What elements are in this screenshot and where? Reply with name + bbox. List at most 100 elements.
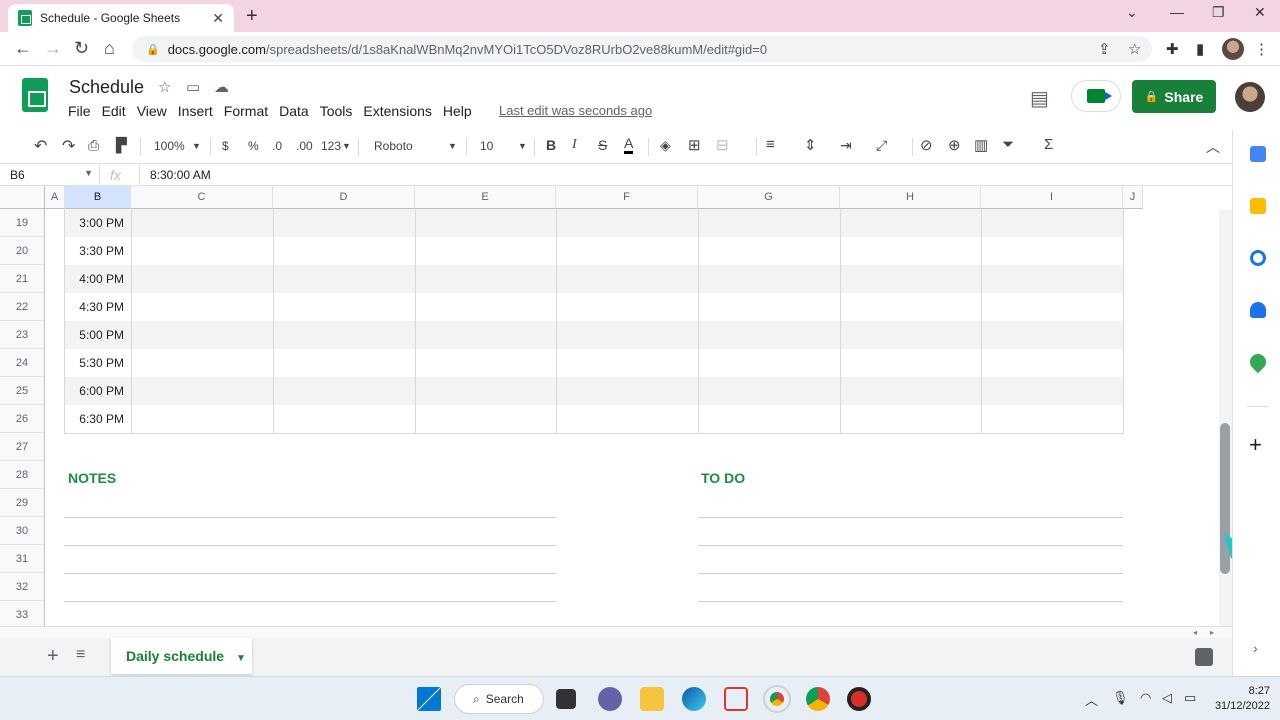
more-formats-button[interactable]: 123 — [321, 139, 341, 153]
task-view-icon[interactable] — [556, 689, 576, 709]
url-input[interactable]: 🔒 docs.google.com /spreadsheets/d/1s8aKn… — [132, 36, 1152, 62]
reload-icon[interactable]: ↻ — [74, 38, 89, 59]
row-header[interactable]: 28 — [0, 461, 45, 489]
explore-icon[interactable] — [1195, 648, 1213, 666]
home-icon[interactable]: ⌂ — [104, 38, 115, 59]
font-select[interactable]: Roboto — [374, 139, 413, 153]
row-header[interactable]: 32 — [0, 573, 45, 601]
cloud-status-icon[interactable]: ☁ — [214, 78, 229, 96]
close-icon[interactable]: ✕ — [212, 10, 224, 27]
font-size-dropdown-icon[interactable]: ▼ — [518, 141, 527, 151]
side-panel-icon[interactable]: ▮ — [1196, 40, 1204, 58]
battery-icon[interactable]: ▭ — [1184, 690, 1196, 706]
spreadsheet-grid[interactable]: A B C D E F G H I J 19 20 21 22 23 24 25… — [0, 186, 1232, 626]
increase-decimal-button[interactable]: .00 — [296, 139, 313, 153]
wifi-icon[interactable]: ◠ — [1140, 690, 1151, 706]
snipping-tool-icon[interactable] — [724, 687, 748, 711]
font-dropdown-icon[interactable]: ▼ — [448, 141, 457, 151]
insert-chart-icon[interactable]: ▥ — [974, 136, 988, 154]
row-header[interactable]: 22 — [0, 293, 45, 321]
fill-color-icon[interactable]: ◈ — [660, 137, 671, 154]
column-header-i[interactable]: I — [981, 186, 1123, 209]
decrease-decimal-button[interactable]: .0 — [272, 139, 282, 153]
menu-format[interactable]: Format — [224, 103, 268, 119]
file-explorer-icon[interactable] — [640, 687, 664, 711]
volume-icon[interactable]: ◁ — [1162, 690, 1172, 706]
share-button[interactable]: 🔒 Share — [1132, 80, 1216, 113]
table-row[interactable]: 6:30 PM — [64, 405, 1123, 433]
functions-icon[interactable]: Σ — [1044, 136, 1053, 153]
percent-format-button[interactable]: % — [248, 139, 259, 153]
more-formats-dropdown-icon[interactable]: ▼ — [342, 141, 351, 151]
column-header-c[interactable]: C — [131, 186, 273, 209]
menu-help[interactable]: Help — [443, 103, 472, 119]
comment-history-icon[interactable]: ▤ — [1030, 86, 1049, 111]
time-cell[interactable]: 5:00 PM — [64, 321, 131, 349]
maps-icon[interactable] — [1246, 350, 1270, 374]
select-all-corner[interactable] — [0, 186, 45, 209]
menu-data[interactable]: Data — [279, 103, 309, 119]
contacts-icon[interactable] — [1250, 302, 1266, 318]
time-cell[interactable]: 3:00 PM — [64, 209, 131, 237]
time-cell[interactable]: 6:30 PM — [64, 405, 131, 433]
row-header[interactable]: 24 — [0, 349, 45, 377]
row-header[interactable]: 23 — [0, 321, 45, 349]
all-sheets-menu-icon[interactable]: ≡ — [76, 646, 85, 664]
minimize-icon[interactable]: — — [1170, 4, 1184, 20]
expand-panel-chevron-icon[interactable]: › — [1253, 640, 1258, 656]
row-header[interactable]: 19 — [0, 209, 45, 237]
add-sheet-button[interactable]: + — [47, 645, 59, 668]
column-header-e[interactable]: E — [415, 186, 556, 209]
row-header[interactable]: 20 — [0, 237, 45, 265]
taskbar-search[interactable]: ⌕ Search — [454, 684, 544, 714]
table-row[interactable]: 3:00 PM — [64, 209, 1123, 237]
time-cell[interactable]: 3:30 PM — [64, 237, 131, 265]
row-header[interactable]: 33 — [0, 601, 45, 626]
new-tab-button[interactable]: + — [246, 5, 258, 28]
browser-menu-icon[interactable]: ⋮ — [1254, 40, 1269, 58]
zoom-select[interactable]: 100% — [154, 139, 185, 153]
meet-button[interactable] — [1071, 80, 1121, 112]
sheets-logo-icon[interactable] — [22, 78, 48, 112]
redo-icon[interactable]: ↷ — [62, 136, 75, 156]
menu-edit[interactable]: Edit — [102, 103, 126, 119]
menu-tools[interactable]: Tools — [320, 103, 353, 119]
row-header[interactable]: 25 — [0, 377, 45, 405]
table-row[interactable]: 5:30 PM — [64, 349, 1123, 377]
windows-start-icon[interactable] — [417, 687, 441, 711]
tasks-icon[interactable] — [1250, 250, 1266, 266]
collapse-toolbar-icon[interactable]: ︿ — [1206, 137, 1220, 157]
menu-view[interactable]: View — [137, 103, 167, 119]
extensions-puzzle-icon[interactable]: ✚ — [1166, 40, 1179, 58]
microphone-icon[interactable]: 🎙 — [1112, 690, 1129, 706]
table-row[interactable]: 4:30 PM — [64, 293, 1123, 321]
currency-format-button[interactable]: $ — [222, 139, 229, 153]
chevron-down-icon[interactable]: ⌄ — [1126, 4, 1138, 21]
get-addons-plus-icon[interactable]: + — [1249, 432, 1262, 458]
name-box[interactable]: B6 ▼ — [0, 164, 100, 185]
star-icon[interactable]: ☆ — [158, 78, 171, 96]
bookmark-star-icon[interactable]: ☆ — [1128, 40, 1141, 58]
undo-icon[interactable]: ↶ — [34, 136, 47, 156]
row-header[interactable]: 29 — [0, 489, 45, 517]
column-header-h[interactable]: H — [840, 186, 981, 209]
chrome-browser-icon[interactable] — [765, 687, 789, 711]
table-row[interactable]: 5:00 PM — [64, 321, 1123, 349]
insert-link-icon[interactable]: ⊘ — [920, 136, 933, 154]
filter-icon[interactable]: ⏷ — [1002, 136, 1014, 153]
browser-profile-avatar[interactable] — [1222, 38, 1244, 60]
column-header-d[interactable]: D — [273, 186, 415, 209]
insert-comment-icon[interactable]: ⊕ — [948, 136, 961, 154]
column-header-f[interactable]: F — [556, 186, 698, 209]
teams-chat-icon[interactable] — [598, 687, 622, 711]
table-row[interactable]: 4:00 PM — [64, 265, 1123, 293]
edge-browser-icon[interactable] — [682, 687, 706, 711]
chrome-profile-icon[interactable] — [806, 687, 830, 711]
last-edit-link[interactable]: Last edit was seconds ago — [499, 103, 652, 118]
paint-format-icon[interactable]: ▛ — [116, 137, 127, 154]
back-arrow-icon[interactable]: ← — [14, 38, 32, 59]
formula-input[interactable]: 8:30:00 AM — [150, 168, 211, 182]
time-cell[interactable]: 4:30 PM — [64, 293, 131, 321]
time-cell[interactable]: 6:00 PM — [64, 377, 131, 405]
vertical-align-icon[interactable]: ⇕ — [804, 136, 817, 154]
